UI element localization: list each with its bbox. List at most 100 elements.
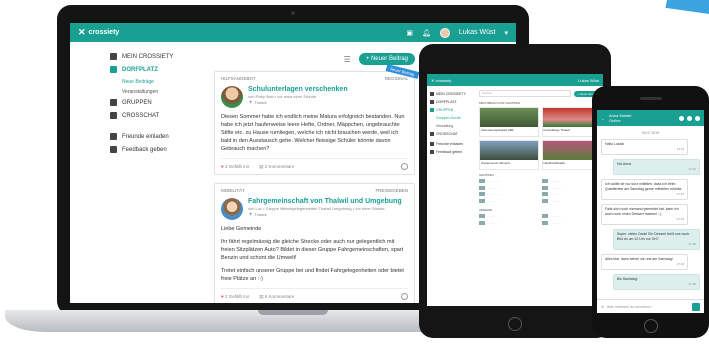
comment-icon: ▤ (259, 293, 264, 299)
chat-message: Ich wollte dir nur kurz mitteilen, dass … (601, 179, 689, 200)
phone-screen: ← Anna Muster Online 09.07.2019 Hallo Luk… (597, 110, 704, 313)
post-title[interactable]: Schulunterlagen verschenken (248, 86, 348, 93)
comment-icon: ▤ (259, 163, 264, 169)
sidebar-item-invite[interactable]: Freunde einladen (110, 133, 210, 140)
message-input[interactable]: Was möchtest du schreiben? (607, 305, 689, 309)
post-meta: von Luc • Gruppe Mitfahrgelegenheiten Th… (248, 206, 385, 211)
groups-icon (110, 99, 117, 106)
sidebar-sub-admin[interactable]: Verwaltung (436, 124, 476, 128)
camera (291, 11, 295, 15)
user-name[interactable]: Lukas Wüst (578, 78, 599, 83)
sidebar-item-dorfplatz[interactable]: DORFPLATZ (430, 100, 476, 104)
chat-message: Alles klar, dann sehen wir uns am Samsta… (601, 254, 689, 270)
more-options-icon[interactable] (401, 163, 408, 170)
tablet-top-bar: ✕ crossiety Lukas Wüst (427, 74, 603, 86)
sidebar-sub-neue-beitraege[interactable]: Neue Beiträge (122, 79, 210, 85)
home-button (643, 319, 658, 333)
chat-log: 09.07.2019 Hallo Lukas! 17:11 Hoi Anna 1… (597, 126, 704, 297)
sidebar-item-crosschat[interactable]: CROSSCHAT (430, 132, 476, 136)
like-button[interactable]: ♥ 2 Gefällt mir (221, 294, 249, 299)
crossiety-logo-icon: ✕ (78, 27, 86, 37)
sidebar-item-feedback[interactable]: Feedback geben (110, 146, 210, 153)
sidebar-sub-search[interactable]: Gruppen-Suche (436, 116, 476, 120)
tablet-screen: ✕ crossiety Lukas Wüst MEIN CROSSIETY DO… (427, 74, 603, 306)
sidebar-item-mein-crossiety[interactable]: MEIN CROSSIETY (430, 92, 476, 96)
chat-icon (110, 112, 117, 119)
list-item[interactable]: · · · · · · · (479, 179, 538, 183)
crossiety-icon (110, 53, 117, 60)
sidebar: MEIN CROSSIETY DORFPLATZ Neue Beiträge V… (110, 53, 210, 159)
decorative-corner (639, 0, 709, 14)
sidebar-sub-veranstaltungen[interactable]: Veranstaltungen (122, 89, 210, 95)
bell-icon[interactable]: 🔔︎ (422, 29, 431, 37)
message-composer: ⊕ Was möchtest du schreiben? (597, 299, 704, 313)
post-title[interactable]: Fahrgemeinschaft von Thalwil und Umgebun… (248, 198, 402, 205)
bell-icon[interactable] (687, 115, 692, 121)
group-tile[interactable]: Abenteuerspielplatz ABF (479, 107, 539, 137)
section-heading: Vereine (479, 208, 493, 212)
post-body: Diesen Sommer habe ich endlich meine Mat… (221, 114, 405, 152)
avatar[interactable] (439, 27, 450, 38)
post-location: 📍︎ Thalwil (248, 212, 267, 217)
invite-icon (110, 133, 117, 140)
tablet: ✕ crossiety Lukas Wüst MEIN CROSSIETY DO… (419, 44, 611, 338)
sidebar-item-mein-crossiety[interactable]: MEIN CROSSIETY (110, 53, 210, 60)
post-body: Liebe Gemeinde Ihr fährt regelmässig die… (221, 226, 404, 282)
more-options-icon[interactable] (401, 293, 408, 300)
list-item[interactable]: · · · · · · (479, 185, 538, 190)
post-card[interactable]: Mobilität Freigegeben Fahrgemeinschaft vo… (214, 183, 415, 303)
user-name[interactable]: Lukas Wüst (459, 29, 496, 36)
attach-icon[interactable]: ⊕ (601, 305, 604, 309)
post-category: Hilfsangebot (221, 76, 256, 81)
speaker (639, 97, 662, 100)
tablet-sidebar: MEIN CROSSIETY DORFPLATZ GRUPPEN Gruppen… (430, 92, 476, 158)
heart-icon: ♥ (221, 294, 224, 299)
post-scope: Regional (384, 76, 408, 81)
sidebar-item-gruppen[interactable]: GRUPPEN (110, 99, 210, 106)
chat-message: Falls sich noch niemand gemeldet hat, ka… (601, 204, 689, 225)
group-tile[interactable]: Gartenverein Allmend (479, 140, 539, 170)
send-button[interactable] (692, 302, 700, 311)
chat-icon[interactable] (679, 115, 684, 121)
sidebar-item-gruppen[interactable]: GRUPPEN (430, 108, 476, 112)
heart-icon: ♥ (221, 164, 224, 169)
post-category: Mobilität (221, 188, 245, 193)
sidebar-item-invite[interactable]: Freunde einladen (430, 142, 476, 146)
sidebar-item-dorfplatz[interactable]: DORFPLATZ (110, 66, 210, 73)
top-bar: ✕ crossiety ▣ 🔔︎ Lukas Wüst ▾ (70, 23, 516, 42)
brand-name: crossiety (88, 29, 120, 36)
list-item[interactable]: · · · · · · · · (479, 192, 538, 196)
filter-icon[interactable]: ☰ (344, 55, 351, 64)
brand-logo[interactable]: ✕ crossiety (78, 27, 119, 38)
list-item[interactable]: · · · · · (479, 220, 538, 225)
chat-header: ← Anna Muster Online (597, 110, 704, 126)
comments-link[interactable]: ▤ 6 Kommentare (259, 294, 294, 300)
feedback-icon (110, 146, 117, 153)
chat-message: Bis Samstag! 17:16 (612, 274, 700, 290)
list-item[interactable]: · · · · · (479, 198, 538, 203)
device-mockup-stage: ✕ crossiety ▣ 🔔︎ Lukas Wüst ▾ MEIN CROSSI… (0, 0, 709, 344)
post-location: 📍︎ Thalwil (248, 100, 267, 105)
section-heading: Meistbesuchte Gruppen (479, 101, 521, 105)
like-button[interactable]: ♥ 2 Gefällt mir (221, 164, 249, 169)
list-item[interactable]: · · · · · · (479, 214, 538, 218)
home-button (508, 317, 522, 331)
tablet-groups: Suchen + Neue Gruppe Meistbesuchte Grupp… (479, 90, 601, 227)
back-arrow-icon[interactable]: ← (601, 116, 605, 121)
avatar[interactable] (695, 115, 700, 121)
post-image (221, 198, 243, 220)
post-card[interactable]: Neuer Beitrag Hilfsangebot Regional Schul… (214, 64, 420, 175)
sidebar-item-crosschat[interactable]: CROSSCHAT (110, 112, 210, 119)
chevron-down-icon[interactable]: ▾ (504, 29, 508, 37)
date-separator: 09.07.2019 (641, 131, 660, 135)
comments-link[interactable]: ▤ 2 Kommentare (259, 164, 294, 170)
post-scope: Freigegeben (375, 188, 408, 193)
contact-status: Online (609, 118, 621, 123)
chat-message: Hallo Lukas! 17:11 (601, 139, 689, 155)
post-image (221, 86, 243, 108)
post-meta: von Philip Bott • vor etwa einer Stunde (248, 94, 317, 99)
chat-icon[interactable]: ▣ (406, 29, 413, 37)
search-input[interactable]: Suchen (479, 90, 572, 97)
chat-message: Hoi Anna 17:12 (612, 159, 700, 175)
sidebar-item-feedback[interactable]: Feedback geben (430, 150, 476, 154)
